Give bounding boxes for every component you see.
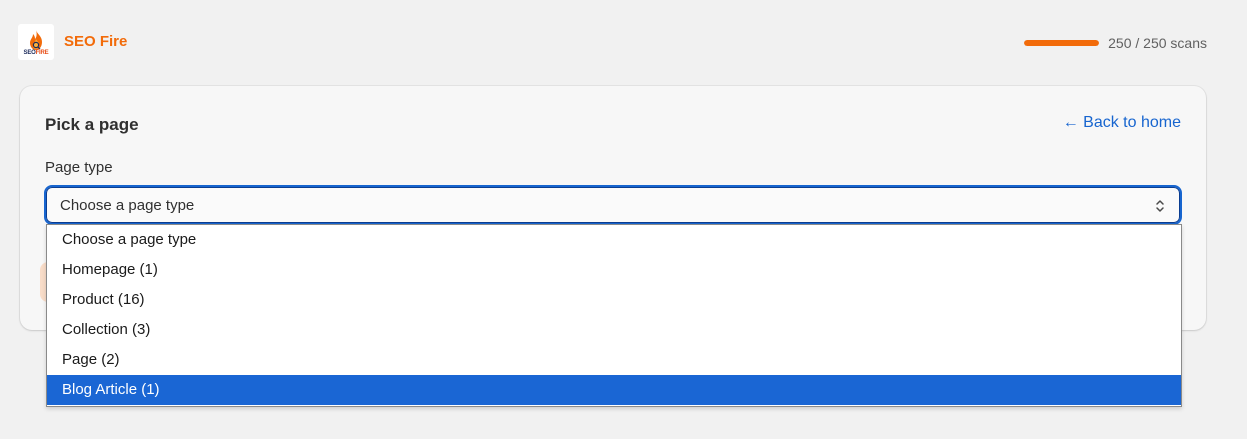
- app-logo: SEOFIRE: [18, 24, 54, 60]
- usage-text: 250 / 250 scans: [1108, 35, 1207, 51]
- option-collection[interactable]: Collection (3): [47, 315, 1181, 345]
- option-product[interactable]: Product (16): [47, 285, 1181, 315]
- option-blog-article[interactable]: Blog Article (1): [47, 375, 1181, 405]
- flame-icon: [30, 29, 42, 50]
- logo-brand-primary: SEO: [23, 49, 36, 56]
- card-title: Pick a page: [45, 115, 139, 134]
- usage-progress-bar: [1024, 40, 1100, 46]
- app-header: SEOFIRE SEO Fire 250 / 250 scans: [0, 0, 1247, 86]
- app-name: SEO Fire: [64, 33, 128, 50]
- page-type-select[interactable]: Choose a page type: [44, 185, 1182, 225]
- page-type-label: Page type: [45, 159, 113, 176]
- logo-brand-secondary: FIRE: [35, 49, 49, 56]
- back-to-home-link[interactable]: ← Back to home: [1063, 114, 1181, 132]
- option-page[interactable]: Page (2): [47, 345, 1181, 375]
- option-choose-page-type[interactable]: Choose a page type: [47, 225, 1181, 255]
- logo-wordmark: SEOFIRE: [24, 50, 49, 56]
- scan-usage: 250 / 250 scans: [1024, 34, 1207, 52]
- page-type-select-value: Choose a page type: [60, 196, 195, 214]
- option-homepage[interactable]: Homepage (1): [47, 255, 1181, 285]
- select-arrows-icon: [1156, 200, 1164, 212]
- page-type-dropdown-list[interactable]: Choose a page type Homepage (1) Product …: [46, 224, 1182, 407]
- usage-progress-fill: [1024, 40, 1100, 46]
